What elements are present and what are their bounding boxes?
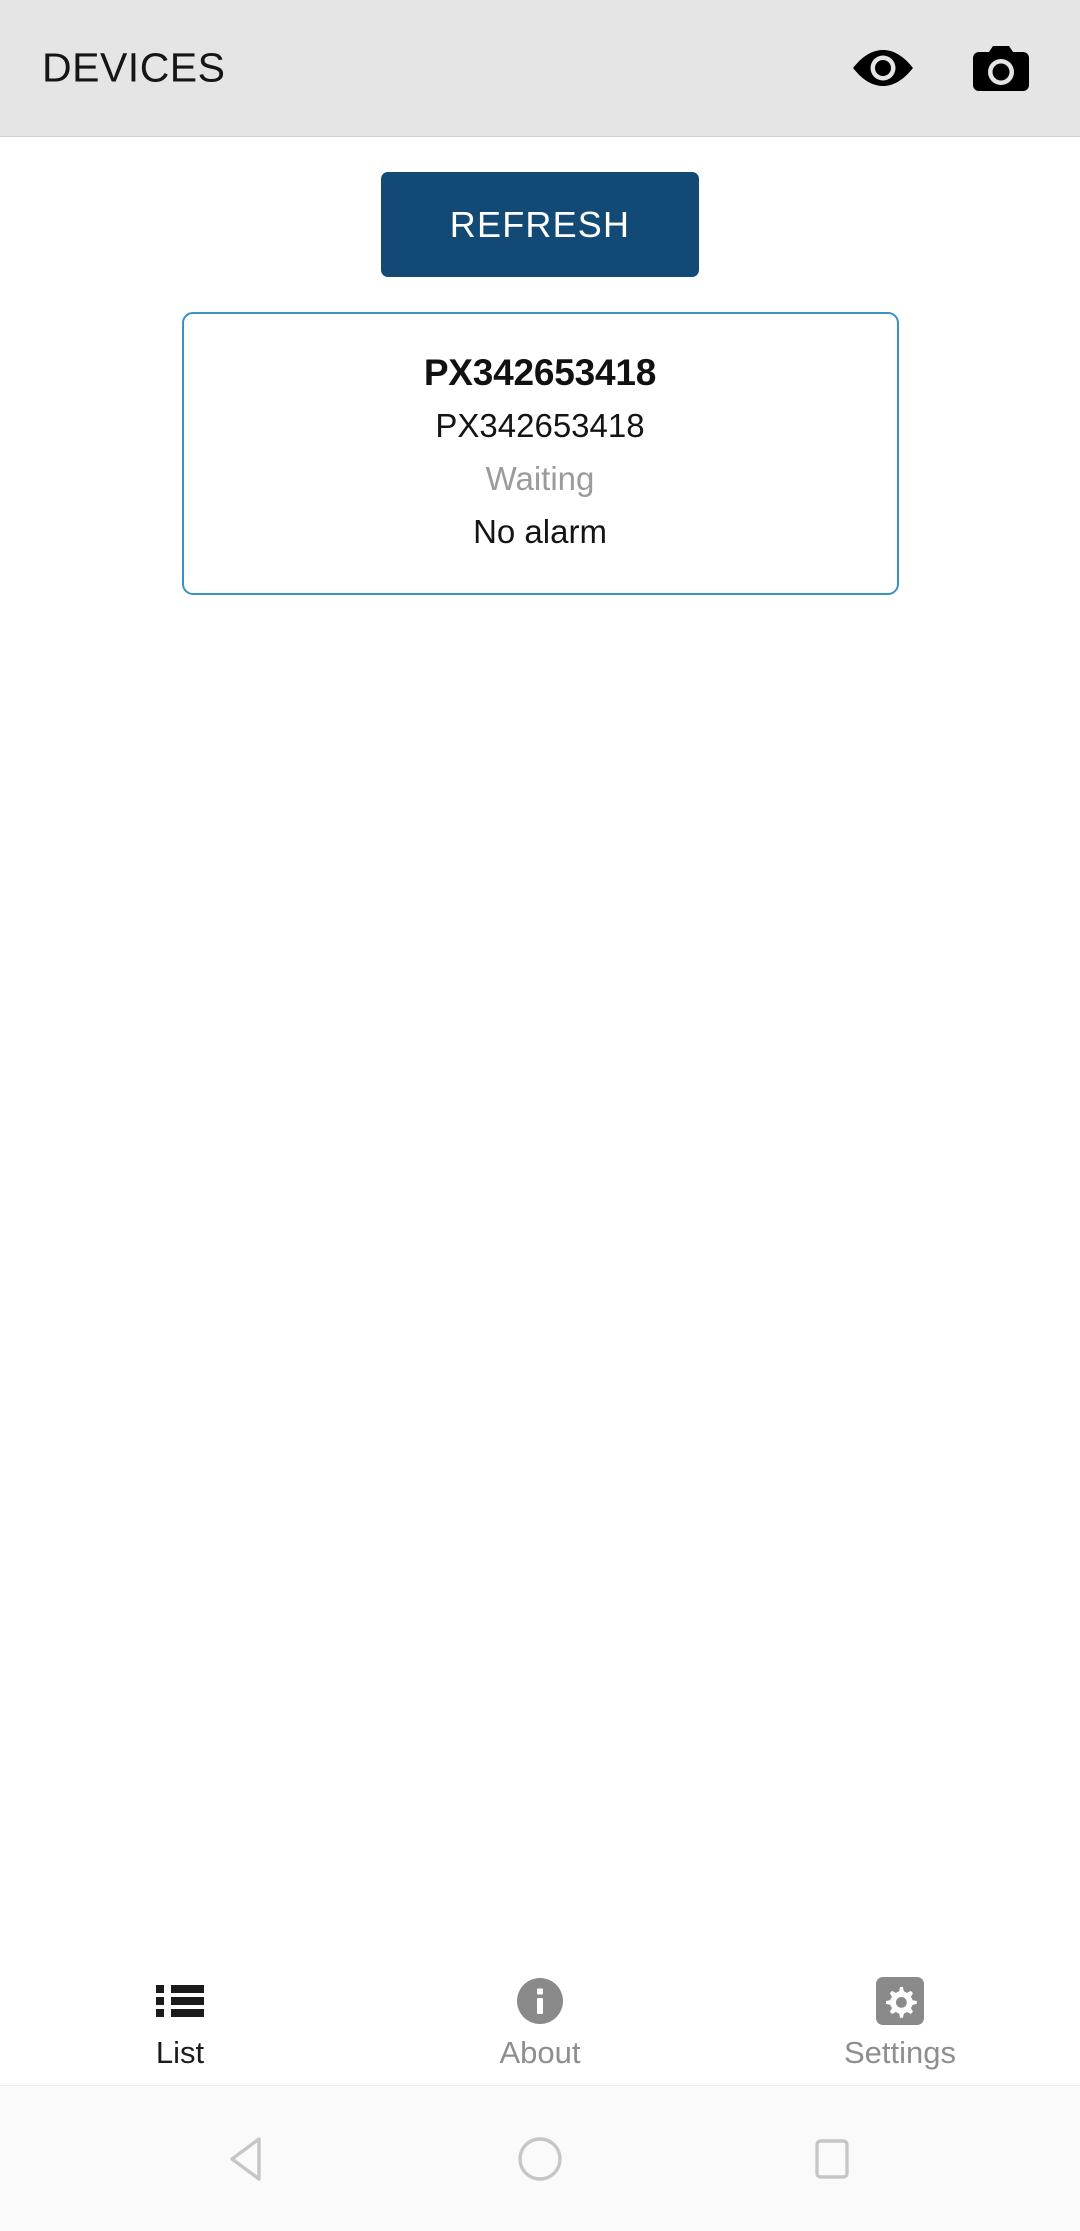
device-alarm: No alarm [473,512,607,550]
tab-list[interactable]: List [0,1978,360,2068]
list-icon [156,1978,204,2024]
square-recents-icon [810,2135,854,2183]
refresh-row: REFRESH [0,172,1080,277]
tab-about-label: About [499,2034,581,2070]
page-title: DEVICES [42,44,226,91]
device-serial: PX342653418 [435,407,645,445]
tab-list-label: List [155,2034,205,2070]
device-card[interactable]: PX342653418 PX342653418 Waiting No alarm [181,312,899,595]
eye-button[interactable] [852,42,914,94]
info-icon [516,1977,564,2024]
main-content: REFRESH PX342653418 PX342653418 Waiting … [0,138,1080,1960]
android-system-nav [0,2085,1080,2231]
app-header: DEVICES [0,0,1080,137]
gear-icon [876,1976,924,2025]
circle-home-icon [516,2135,564,2183]
refresh-button[interactable]: REFRESH [381,172,699,277]
back-button[interactable] [206,2117,290,2201]
eye-icon [852,46,914,90]
tab-settings-label: Settings [843,2034,956,2070]
home-button[interactable] [498,2117,582,2201]
camera-icon [973,44,1029,92]
bottom-tab-bar: List About Settings [0,1960,1080,2085]
header-actions [852,42,1032,94]
device-name: PX342653418 [423,352,657,393]
device-status: Waiting [485,460,595,498]
recents-button[interactable] [790,2117,874,2201]
tab-settings[interactable]: Settings [720,1976,1080,2070]
device-list: PX342653418 PX342653418 Waiting No alarm [0,312,1080,595]
tab-about[interactable]: About [360,1977,720,2070]
camera-button[interactable] [970,42,1032,94]
triangle-back-icon [226,2135,270,2183]
